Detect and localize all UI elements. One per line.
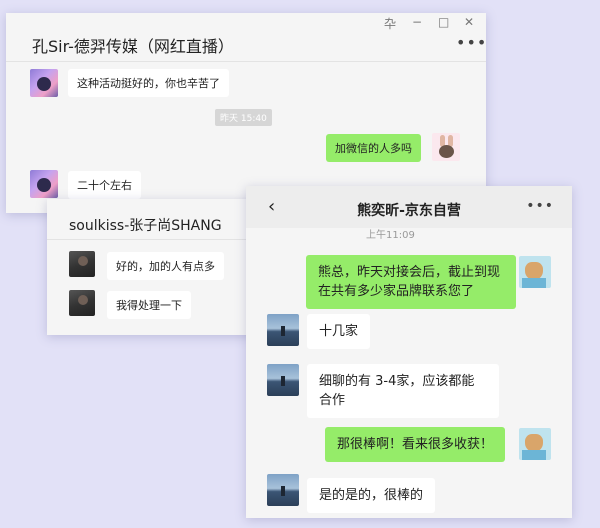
chat-window-kongsir: 孔Sir-德羿传媒（网红直播） 卆 − □ ✕ ••• 这种活动挺好的，你也辛苦… [6, 13, 486, 213]
message-bubble: 这种活动挺好的，你也辛苦了 [68, 69, 229, 97]
contact-avatar[interactable] [30, 69, 58, 97]
message-bubble-self: 熊总，昨天对接会后，截止到现在共有多少家品牌联系您了 [306, 255, 516, 309]
message-timestamp: 上午11:09 [366, 230, 415, 241]
contact-avatar[interactable] [267, 474, 299, 506]
message-bubble: 二十个左右 [68, 171, 141, 199]
message-bubble: 好的，加的人有点多 [107, 252, 224, 280]
chat-title: 熊奕昕-京东自营 [357, 203, 461, 219]
close-icon[interactable]: ✕ [464, 15, 474, 29]
chat-window-xiongyixin: ‹ 熊奕昕-京东自营 ••• 上午11:09 熊总，昨天对接会后，截止到现在共有… [246, 186, 572, 518]
more-options-icon[interactable]: ••• [526, 198, 554, 214]
self-avatar[interactable] [432, 133, 460, 161]
contact-avatar[interactable] [30, 170, 58, 198]
pin-icon[interactable]: 卆 [384, 15, 396, 32]
message-bubble: 十几家 [307, 314, 371, 349]
divider [47, 239, 257, 240]
maximize-icon[interactable]: □ [438, 15, 449, 29]
contact-avatar[interactable] [267, 314, 299, 346]
self-avatar[interactable] [519, 256, 551, 288]
contact-avatar[interactable] [69, 290, 95, 316]
chat-window-soulkiss: soulkiss-张子尚SHANG 好的，加的人有点多 我得处理一下 [47, 199, 257, 335]
more-options-icon[interactable]: ••• [456, 33, 486, 52]
message-timestamp: 昨天 15:40 [215, 109, 272, 126]
message-bubble-self: 那很棒啊！看来很多收获！ [325, 427, 506, 462]
window-titlebar: 孔Sir-德羿传媒（网红直播） 卆 − □ ✕ ••• [6, 13, 486, 62]
message-bubble-self: 加微信的人多吗 [326, 134, 421, 162]
message-bubble: 我得处理一下 [107, 291, 191, 319]
self-avatar[interactable] [519, 428, 551, 460]
message-bubble: 是的是的，很棒的 [307, 478, 436, 513]
contact-avatar[interactable] [69, 251, 95, 277]
chat-title: 孔Sir-德羿传媒（网红直播） [32, 37, 234, 56]
mobile-chat-header: ‹ 熊奕昕-京东自营 ••• [246, 186, 572, 228]
message-bubble: 细聊的有 3-4家，应该都能合作 [307, 364, 499, 418]
contact-avatar[interactable] [267, 364, 299, 396]
minimize-icon[interactable]: − [412, 15, 422, 29]
chat-title: soulkiss-张子尚SHANG [69, 218, 222, 234]
